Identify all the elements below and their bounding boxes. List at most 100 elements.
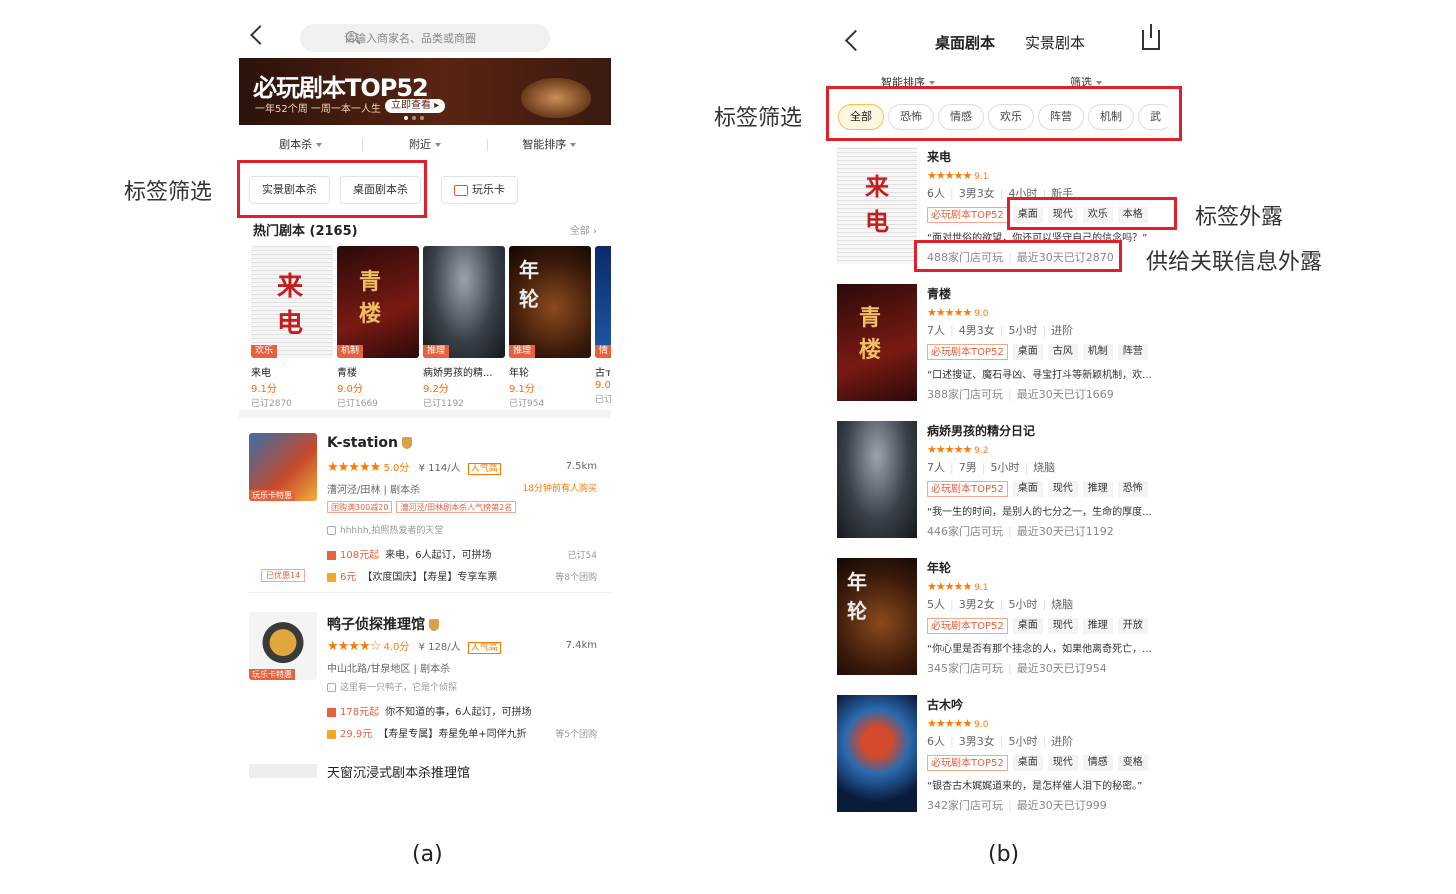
hot-score: 9.0分 — [337, 384, 363, 395]
star-rating-icon: ★★★★☆ — [327, 639, 381, 654]
separator — [249, 592, 611, 593]
script-poster — [837, 695, 917, 812]
script-rating: ★★★★★ 9.0 — [927, 717, 989, 730]
script-tags: 必玩剧本TOP52 桌面 现代 推理 恐怖 — [927, 481, 1148, 497]
search-icon — [346, 31, 357, 42]
poster-image: 年轮 推理 — [509, 246, 591, 358]
hot-orders: 已订954 — [509, 399, 545, 409]
shop-name: 天窗沉浸式剧本杀推理馆 — [327, 766, 471, 778]
script-name: 青楼 — [927, 287, 952, 301]
more-deals[interactable]: 等5个团购 — [555, 727, 597, 740]
hot-card[interactable]: 青楼 机制 青楼 9.0分 已订1669 — [337, 246, 419, 409]
hot-card[interactable]: 来电 欢乐 来电 9.1分 已订2870 — [251, 246, 333, 409]
back-arrow-icon[interactable] — [844, 29, 867, 52]
discount-badge: 已优惠14 — [261, 569, 306, 582]
poster-image: 青楼 机制 — [337, 246, 419, 358]
shop-card[interactable]: 玩乐卡特惠 K-station ★★★★★ 5.0分 ¥ 114/人 人气高 7… — [239, 433, 611, 603]
star-rating-icon: ★★★★★ — [927, 169, 972, 182]
deal-row[interactable]: 6元 【欢度国庆】【寿星】专享车票 — [327, 568, 497, 583]
script-poster — [837, 421, 917, 538]
deal-icon — [327, 707, 336, 717]
shop-note: hhhhh,拍照热爱者的天堂 — [327, 523, 443, 536]
top52-banner[interactable]: 必玩剧本TOP52 一年52个周 一周一本一人生 立即查看 ▸ — [239, 58, 611, 125]
script-name: 古木吟 — [927, 698, 964, 712]
book-illustration — [521, 78, 591, 118]
hot-name: 病娇男孩的精... — [423, 368, 493, 379]
banner-view-button[interactable]: 立即查看 ▸ — [385, 99, 446, 113]
hot-name: 青楼 — [337, 368, 357, 379]
script-rating: ★★★★★ 9.1 — [927, 169, 989, 182]
medal-icon — [402, 437, 412, 449]
hot-all-link[interactable]: 全部 › — [570, 222, 597, 237]
star-rating-icon: ★★★★★ — [327, 460, 381, 475]
tag-play-card[interactable]: 玩乐卡 — [441, 176, 518, 204]
carousel-dots — [404, 116, 424, 120]
hot-card[interactable]: 情 古ד 9.0 已订 — [595, 246, 611, 405]
annotation-label-supply-exposure: 供给关联信息外露 — [1146, 250, 1323, 275]
script-meta: 5人 | 3男2女 | 5小时 | 烧脑 — [927, 598, 1074, 611]
deal-icon — [327, 550, 336, 560]
shop-card[interactable]: 玩乐卡特惠 鸭子侦探推理馆 ★★★★☆ 4.0分 ¥ 128/人 人气高 7.4… — [239, 612, 611, 752]
hot-card[interactable]: 推理 病娇男孩的精... 9.2分 已订1192 — [423, 246, 505, 409]
script-item[interactable]: 年轮 年轮 ★★★★★ 9.1 5人 | 3男2女 | 5小时 | 烧脑 必玩剧本TOP52… — [837, 558, 1162, 678]
hot-orders: 已订1192 — [423, 399, 464, 409]
search-placeholder: 请输入商家名、品类或商圈 — [344, 32, 476, 45]
shop-note: 这里有一只鸭子，它是个侦探 — [327, 680, 457, 693]
deal-row[interactable]: 29.9元 【寿星专属】寿星免单+同伴九折 — [327, 725, 527, 740]
shop-thumbnail: 玩乐卡特惠 — [249, 433, 317, 501]
supply-info: 345家门店可玩 | 最近30天已订954 — [927, 662, 1107, 675]
tab-live-script[interactable]: 实景剧本 — [1025, 32, 1085, 53]
script-rating: ★★★★★ 9.0 — [927, 306, 989, 319]
filter-sort[interactable]: 智能排序 — [488, 136, 611, 156]
tag-play-card-label: 玩乐卡 — [472, 183, 505, 196]
script-tags: 必玩剧本TOP52 桌面 古风 机制 阵营 — [927, 344, 1148, 360]
hot-name: 古ד — [595, 368, 611, 379]
script-quote: “你心里是否有那个挂念的人，如果他离奇死亡，... — [927, 644, 1152, 655]
supply-info: 388家门店可玩 | 最近30天已订1669 — [927, 388, 1114, 401]
hot-scripts-title: 热门剧本 (2165) — [253, 224, 358, 239]
section-divider — [239, 410, 611, 418]
shop-distance: 7.5km — [565, 461, 597, 472]
filter-nearby[interactable]: 附近 — [363, 136, 486, 156]
comment-icon — [327, 526, 336, 535]
more-deals[interactable]: 等8个团购 — [555, 570, 597, 583]
script-item[interactable]: 青楼 青楼 ★★★★★ 9.0 7人 | 4男3女 | 5小时 | 进阶 必玩剧本TOP52… — [837, 284, 1162, 404]
search-input[interactable]: 请输入商家名、品类或商圈 — [300, 24, 550, 52]
star-rating-icon: ★★★★★ — [927, 580, 972, 593]
card-icon — [454, 184, 468, 196]
hot-score: 9.1分 — [509, 384, 535, 395]
banner-title: 必玩剧本TOP52 — [253, 74, 429, 102]
deal-row[interactable]: 108元起 来电，6人起订，可拼场 — [327, 546, 491, 561]
supply-info: 342家门店可玩 | 最近30天已订999 — [927, 799, 1107, 812]
thumb-label: 玩乐卡特惠 — [249, 490, 295, 501]
share-icon[interactable] — [1142, 24, 1160, 50]
script-name: 病娇男孩的精分日记 — [927, 424, 1036, 438]
poster-image: 来电 欢乐 — [251, 246, 333, 358]
hot-score: 9.0 — [595, 380, 611, 391]
poster-tag: 欢乐 — [251, 345, 278, 358]
deal-icon — [327, 729, 336, 739]
filter-category[interactable]: 剧本杀 — [239, 136, 362, 156]
shop-rating: ★★★★★ 5.0分 ¥ 114/人 人气高 — [327, 459, 501, 475]
deal-orders: 已订54 — [567, 551, 597, 561]
shop-promo-chips: 团购满300减20 漕河泾/田林剧本杀人气榜第2名 — [327, 501, 517, 513]
script-poster: 年轮 — [837, 558, 917, 675]
annotation-label-tag-exposure: 标签外露 — [1195, 205, 1284, 230]
back-arrow-icon[interactable] — [250, 25, 270, 45]
poster-tag: 推理 — [509, 345, 536, 358]
deal-row[interactable]: 178元起 你不知道的事，6人起订，可拼场 — [327, 703, 531, 718]
deal-icon — [327, 572, 336, 582]
script-rating: ★★★★★ 9.1 — [927, 580, 989, 593]
tab-desktop-script[interactable]: 桌面剧本 — [935, 32, 996, 54]
script-item[interactable]: 病娇男孩的精分日记 ★★★★★ 9.2 7人 | 7男 | 5小时 | 烧脑 必玩剧本TOP… — [837, 421, 1162, 541]
hot-card[interactable]: 年轮 推理 年轮 9.1分 已订954 — [509, 246, 591, 409]
shop-name: 鸭子侦探推理馆 — [327, 614, 439, 634]
script-name: 年轮 — [927, 561, 952, 575]
hot-orders: 已订 — [595, 395, 611, 405]
hot-name: 来电 — [251, 368, 271, 379]
script-item[interactable]: 古木吟 ★★★★★ 9.0 6人 | 3男3女 | 5小时 | 进阶 必玩剧本TOP52 桌面… — [837, 695, 1162, 815]
script-meta: 7人 | 7男 | 5小时 | 烧脑 — [927, 461, 1056, 474]
script-name: 来电 — [927, 150, 952, 164]
filter-bar: 剧本杀 附近 智能排序 — [239, 136, 611, 156]
comment-icon — [327, 683, 336, 692]
